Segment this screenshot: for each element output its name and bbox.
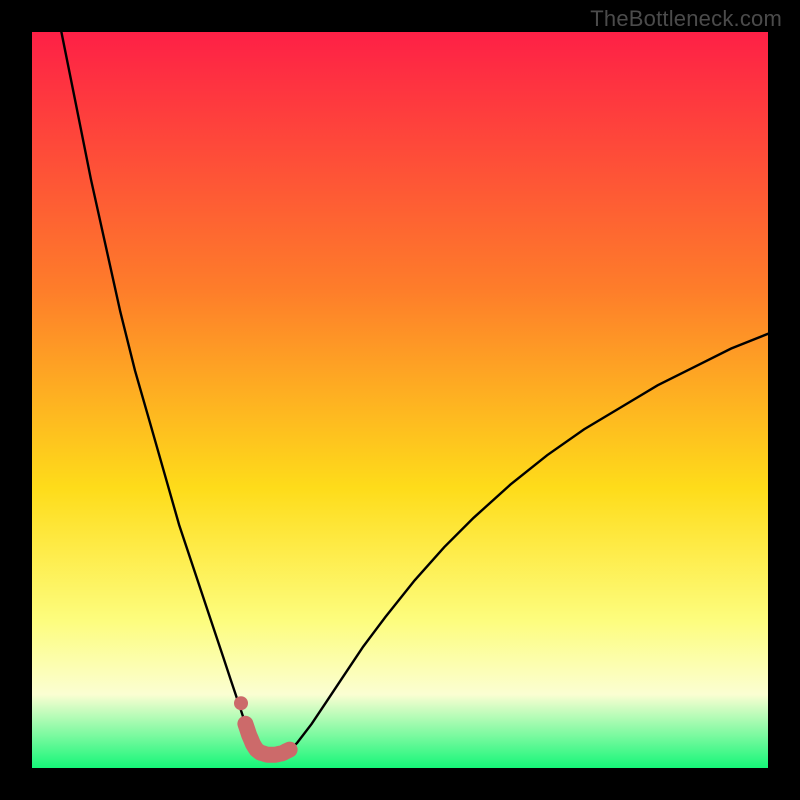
watermark-text: TheBottleneck.com [590, 6, 782, 32]
chart-svg [32, 32, 768, 768]
chart-frame: TheBottleneck.com [0, 0, 800, 800]
marker-dot-left [234, 696, 248, 710]
plot-area [32, 32, 768, 768]
